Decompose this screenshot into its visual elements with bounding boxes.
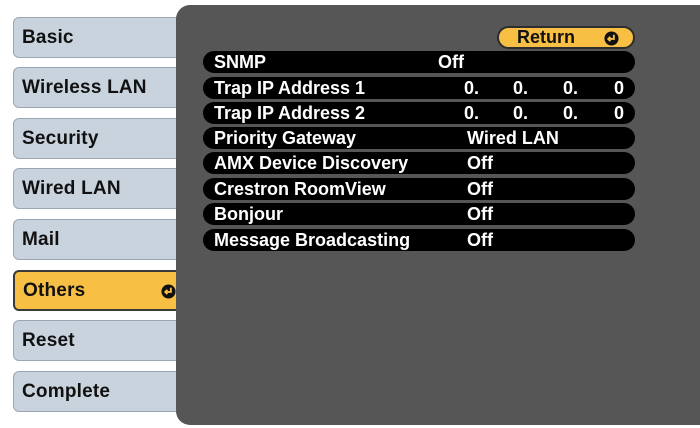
amx-device-discovery-row[interactable]: AMX Device Discovery Off — [203, 152, 635, 174]
snmp-label: SNMP — [214, 52, 267, 72]
message-broadcasting-label: Message Broadcasting — [214, 230, 411, 250]
tab-wireless-lan[interactable]: Wireless LAN — [13, 67, 191, 108]
tab-mail[interactable]: Mail — [13, 219, 191, 260]
trap-ip-1-row[interactable]: Trap IP Address 1 0. 0. 0. 0 — [203, 77, 635, 99]
trap-ip-2-octet-1[interactable]: 0. — [464, 102, 479, 124]
crestron-roomview-label: Crestron RoomView — [214, 179, 386, 199]
message-broadcasting-row[interactable]: Message Broadcasting Off — [203, 229, 635, 251]
tab-label: Others — [23, 279, 86, 301]
enter-icon — [604, 31, 619, 46]
tab-label: Wireless LAN — [22, 76, 147, 98]
bonjour-value: Off — [467, 204, 493, 224]
tab-label: Wired LAN — [22, 177, 121, 199]
bonjour-label: Bonjour — [214, 204, 283, 224]
tab-label: Reset — [22, 329, 75, 351]
tab-label: Complete — [22, 380, 111, 402]
trap-ip-1-octet-2[interactable]: 0. — [513, 77, 528, 99]
tab-label: Basic — [22, 26, 74, 48]
trap-ip-1-label: Trap IP Address 1 — [214, 78, 366, 98]
tab-security[interactable]: Security — [13, 118, 191, 159]
return-button[interactable]: Return — [497, 26, 635, 49]
tab-basic[interactable]: Basic — [13, 17, 191, 58]
amx-device-discovery-label: AMX Device Discovery — [214, 153, 409, 173]
crestron-roomview-row[interactable]: Crestron RoomView Off — [203, 178, 635, 200]
trap-ip-2-octet-3[interactable]: 0. — [563, 102, 578, 124]
trap-ip-2-row[interactable]: Trap IP Address 2 0. 0. 0. 0 — [203, 102, 635, 124]
snmp-value: Off — [438, 52, 464, 72]
tab-complete[interactable]: Complete — [13, 371, 191, 412]
return-label: Return — [517, 27, 575, 47]
tab-label: Mail — [22, 228, 60, 250]
bonjour-row[interactable]: Bonjour Off — [203, 203, 635, 225]
trap-ip-2-octet-2[interactable]: 0. — [513, 102, 528, 124]
tab-label: Security — [22, 127, 99, 149]
tab-wired-lan[interactable]: Wired LAN — [13, 168, 191, 209]
tab-others[interactable]: Others — [13, 270, 188, 311]
priority-gateway-value: Wired LAN — [467, 128, 559, 148]
enter-icon — [161, 284, 176, 299]
snmp-row[interactable]: SNMP Off — [203, 51, 635, 73]
sidebar-menu: Basic Wireless LAN Security Wired LAN Ma… — [0, 0, 200, 428]
trap-ip-1-octet-1[interactable]: 0. — [464, 77, 479, 99]
trap-ip-2-label: Trap IP Address 2 — [214, 103, 366, 123]
crestron-roomview-value: Off — [467, 179, 493, 199]
tab-reset[interactable]: Reset — [13, 320, 191, 361]
trap-ip-1-octet-4[interactable]: 0 — [614, 77, 624, 99]
priority-gateway-label: Priority Gateway — [214, 128, 357, 148]
trap-ip-1-octet-3[interactable]: 0. — [563, 77, 578, 99]
message-broadcasting-value: Off — [467, 230, 493, 250]
trap-ip-2-octet-4[interactable]: 0 — [614, 102, 624, 124]
priority-gateway-row[interactable]: Priority Gateway Wired LAN — [203, 127, 635, 149]
amx-device-discovery-value: Off — [467, 153, 493, 173]
